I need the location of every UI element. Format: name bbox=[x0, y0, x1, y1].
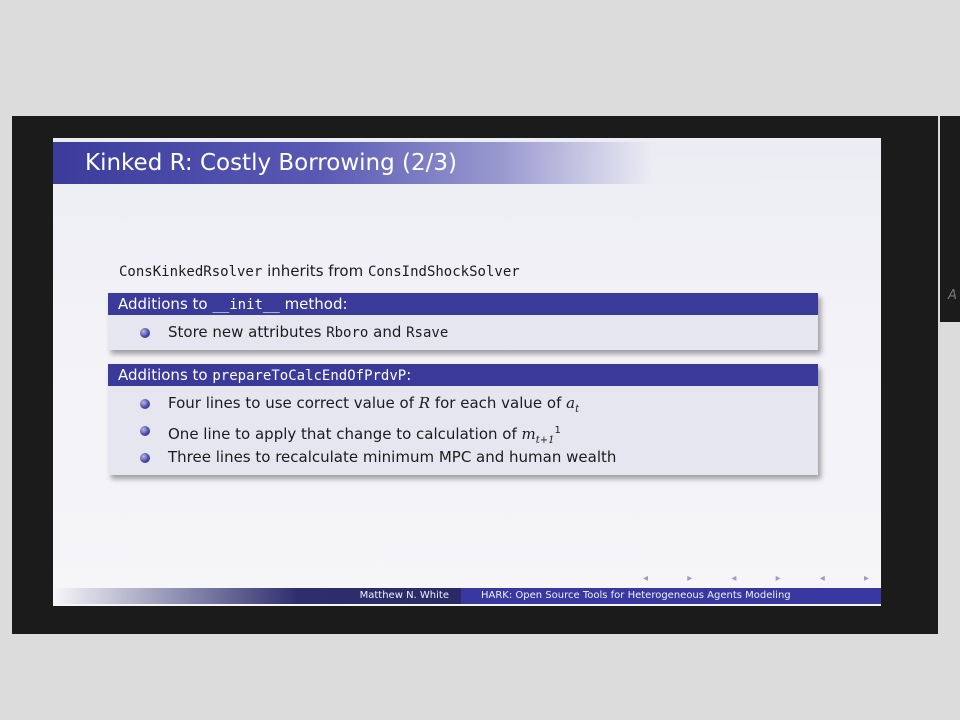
screen: A Kinked R: Costly Borrowing (2/3) ConsK… bbox=[0, 0, 960, 720]
block-init-header: Additions to __init__ method: bbox=[108, 293, 818, 315]
item-text: Four lines to use correct value of bbox=[168, 394, 419, 412]
intro-class-name: ConsKinkedRsolver bbox=[119, 264, 263, 280]
block-prepare-header-code: prepareToCalcEndOfPrdvP bbox=[212, 368, 407, 384]
item-math: R bbox=[418, 394, 431, 412]
item-text: One line to apply that change to calcula… bbox=[168, 425, 522, 443]
bullet-icon bbox=[140, 399, 150, 409]
slide-title: Kinked R: Costly Borrowing (2/3) bbox=[85, 150, 457, 176]
intro-parent-class: ConsIndShockSolver bbox=[367, 264, 520, 280]
list-item: One line to apply that change to calcula… bbox=[108, 417, 818, 446]
block-prepare-header-suffix: : bbox=[406, 366, 412, 384]
side-thumbnail-mark: A bbox=[948, 288, 957, 303]
bullet-icon bbox=[140, 328, 150, 338]
list-item: Store new attributes Rboro and Rsave bbox=[108, 319, 818, 346]
block-prepare-header: Additions to prepareToCalcEndOfPrdvP: bbox=[108, 364, 818, 386]
side-thumbnail: A bbox=[940, 116, 960, 322]
item-text: Three lines to recalculate minimum MPC a… bbox=[168, 448, 617, 466]
item-code: Rboro bbox=[326, 325, 369, 341]
footer-talk-title: HARK: Open Source Tools for Heterogeneou… bbox=[461, 588, 881, 604]
item-text: Store new attributes bbox=[168, 323, 327, 341]
list-item: Three lines to recalculate minimum MPC a… bbox=[108, 444, 818, 471]
bullet-icon bbox=[140, 453, 150, 463]
presentation-slide: Kinked R: Costly Borrowing (2/3) ConsKin… bbox=[53, 138, 881, 606]
block-init-header-prefix: Additions to bbox=[118, 295, 213, 313]
block-prepare-header-prefix: Additions to bbox=[118, 366, 213, 384]
item-math: a bbox=[566, 394, 576, 412]
item-math: m bbox=[521, 425, 536, 443]
block-prepare-additions: Additions to prepareToCalcEndOfPrdvP: Fo… bbox=[108, 364, 818, 475]
list-item: Four lines to use correct value of R for… bbox=[108, 390, 818, 417]
block-init-additions: Additions to __init__ method: Store new … bbox=[108, 293, 818, 350]
block-prepare-body: Four lines to use correct value of R for… bbox=[108, 386, 818, 475]
title-bar: Kinked R: Costly Borrowing (2/3) bbox=[53, 142, 653, 184]
intro-line: ConsKinkedRsolver inherits from ConsIndS… bbox=[119, 262, 520, 280]
item-code: Rsave bbox=[406, 325, 449, 341]
block-init-body: Store new attributes Rboro and Rsave bbox=[108, 315, 818, 350]
bullet-icon bbox=[140, 426, 150, 436]
footer-author: Matthew N. White bbox=[53, 588, 461, 604]
navigation-symbols[interactable]: ◂ ▸ ◂ ▸ ◂ ▸ bbox=[643, 573, 881, 584]
footnote-mark: 1 bbox=[554, 425, 561, 436]
block-init-header-suffix: method: bbox=[279, 295, 348, 313]
intro-middle-text: inherits from bbox=[262, 262, 368, 280]
item-math-subscript: t bbox=[575, 404, 580, 415]
item-text: and bbox=[368, 323, 407, 341]
block-init-header-code: __init__ bbox=[212, 297, 280, 313]
item-text: for each value of bbox=[430, 394, 567, 412]
